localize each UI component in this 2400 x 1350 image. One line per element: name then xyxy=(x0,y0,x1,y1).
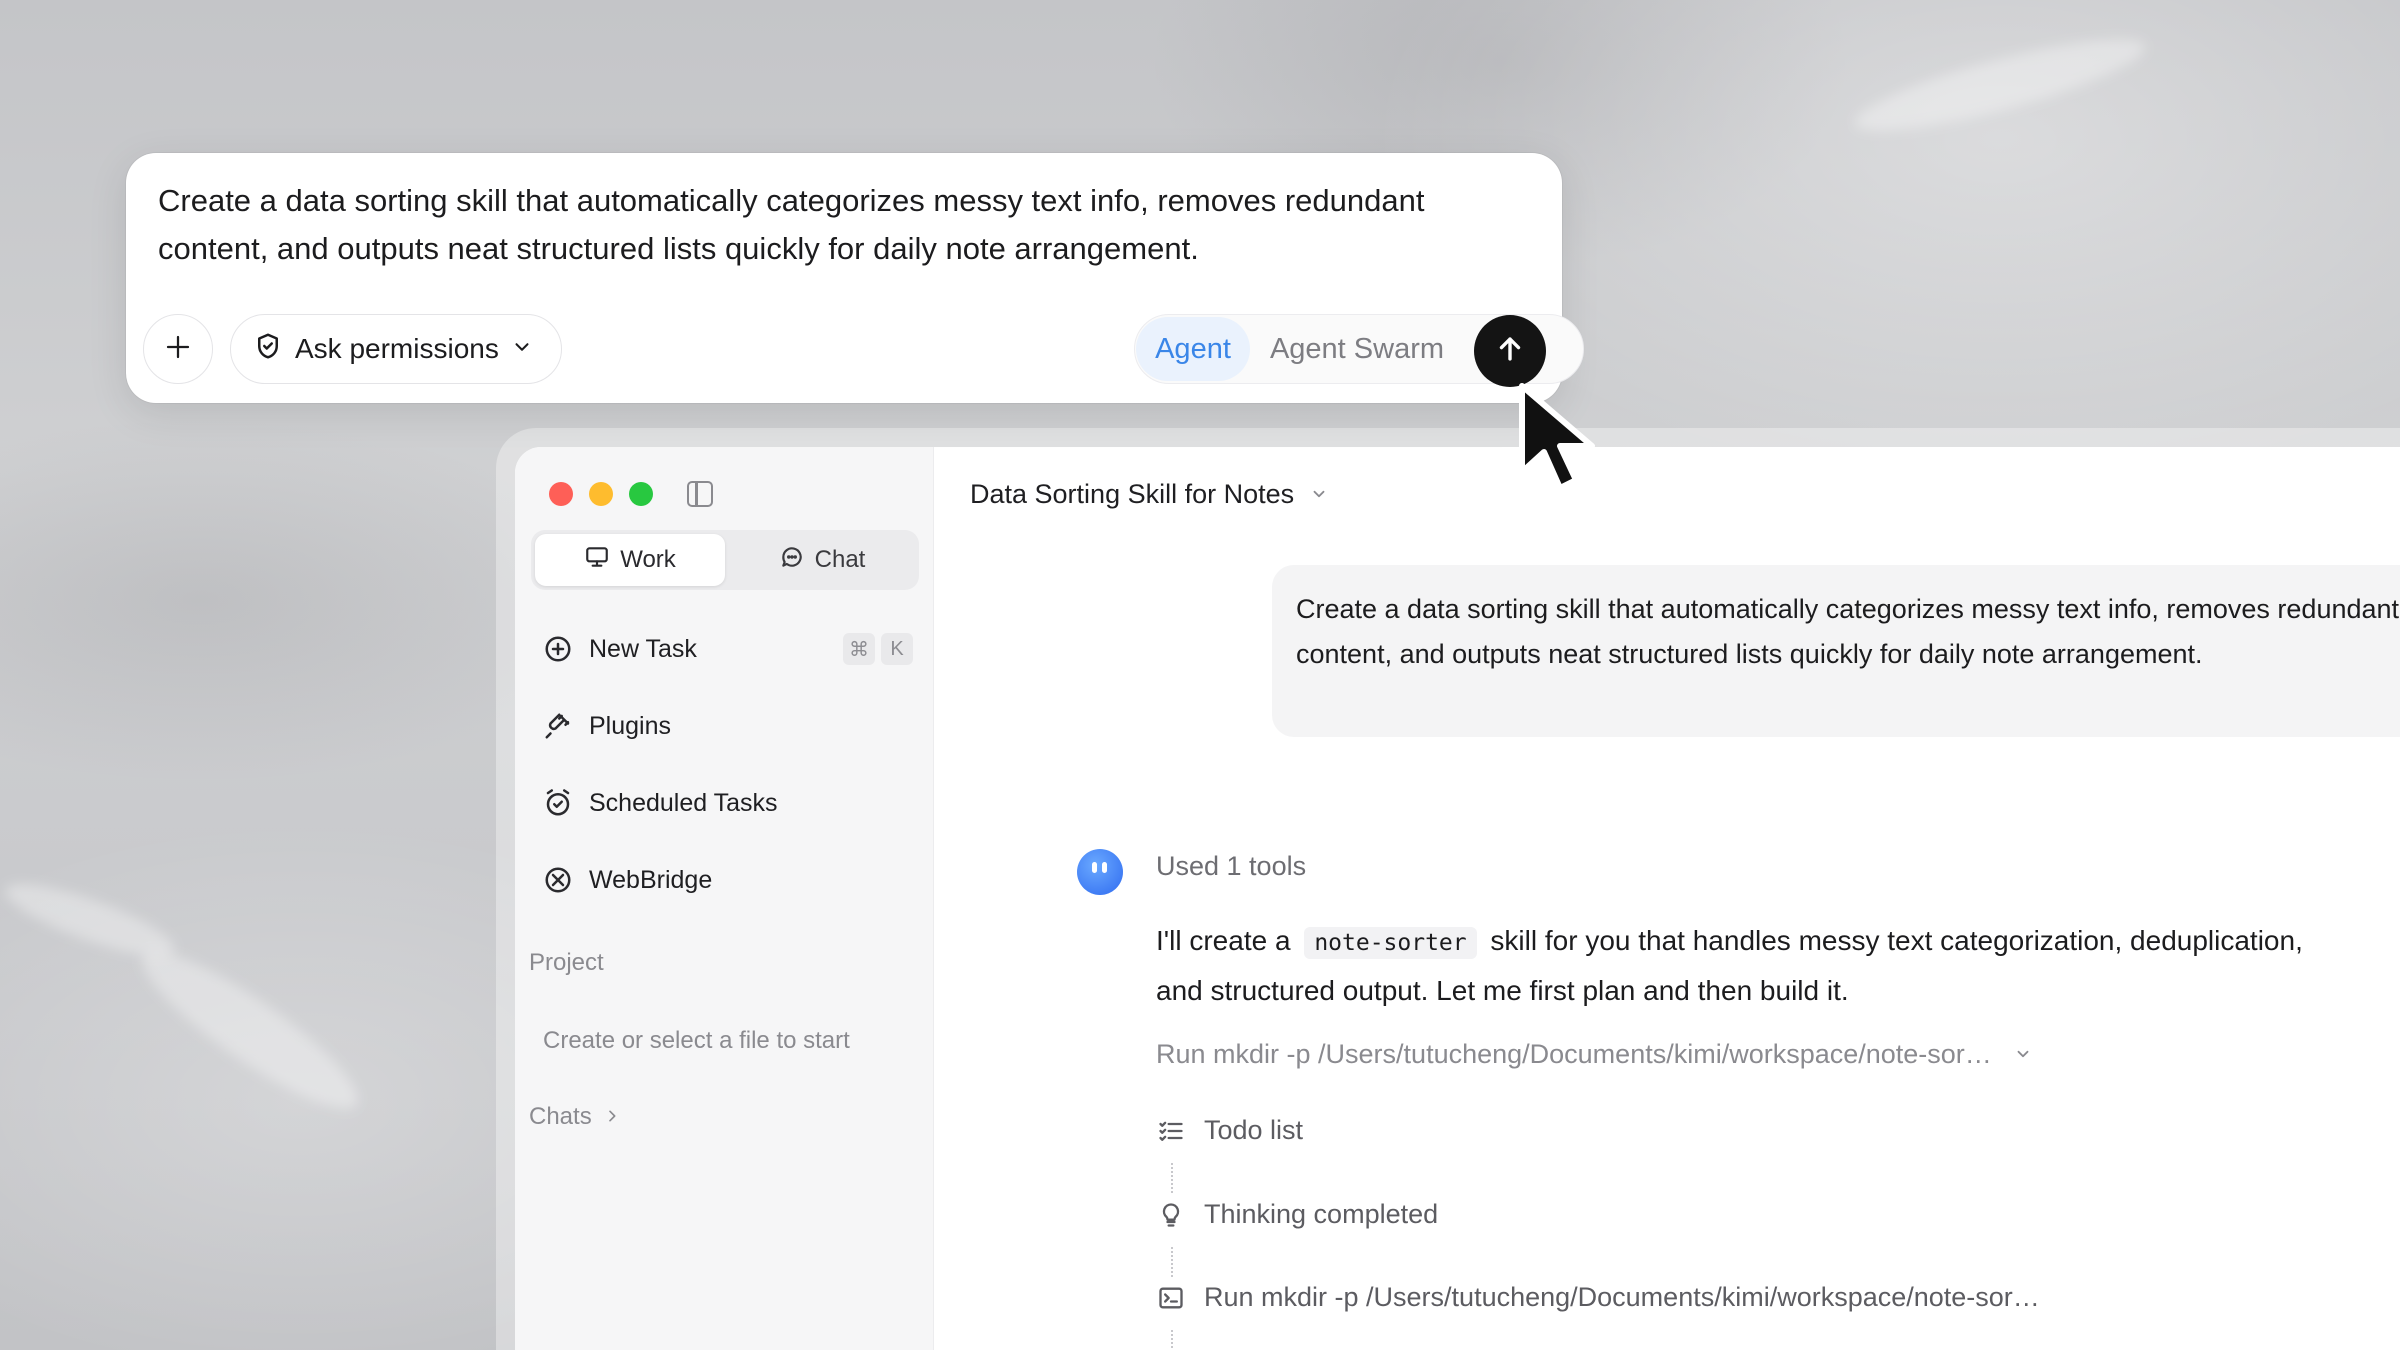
sidebar-item-new-task[interactable]: New Task ⌘ K xyxy=(543,623,913,675)
sidebar-toggle-icon[interactable] xyxy=(687,481,713,507)
webbridge-icon xyxy=(543,865,573,895)
used-tools-label[interactable]: Used 1 tools xyxy=(1156,851,1306,882)
alarm-clock-icon xyxy=(543,788,573,818)
inline-code: note-sorter xyxy=(1304,927,1477,959)
plus-circle-icon xyxy=(543,634,573,664)
command-key: ⌘ xyxy=(843,633,875,665)
step-label: Run mkdir -p /Users/tutucheng/Documents/… xyxy=(1204,1282,2040,1312)
shield-check-icon xyxy=(253,331,283,368)
run-summary-text: Run mkdir -p /Users/tutucheng/Documents/… xyxy=(1156,1039,1992,1069)
step-connector xyxy=(1171,1330,1173,1350)
tab-work[interactable]: Work xyxy=(535,534,725,586)
tab-work-label: Work xyxy=(620,546,676,573)
step-thinking[interactable]: Thinking completed xyxy=(1156,1199,1438,1230)
send-button[interactable] xyxy=(1474,315,1546,387)
step-run-command[interactable]: Run mkdir -p /Users/tutucheng/Documents/… xyxy=(1156,1282,2040,1313)
run-command-summary[interactable]: Run mkdir -p /Users/tutucheng/Documents/… xyxy=(1156,1039,2032,1070)
chevron-down-icon xyxy=(1310,479,1328,510)
sidebar-item-label: New Task xyxy=(589,634,697,663)
work-chat-toggle: Work Chat xyxy=(531,530,919,590)
mouse-pointer-icon xyxy=(1519,383,1595,491)
mode-agent-option[interactable]: Agent xyxy=(1136,317,1250,381)
step-label: Todo list xyxy=(1204,1115,1304,1145)
sidebar-item-webbridge[interactable]: WebBridge xyxy=(543,854,913,906)
chevron-down-icon xyxy=(2014,1039,2032,1070)
tab-chat[interactable]: Chat xyxy=(729,534,915,586)
conversation-panel: Data Sorting Skill for Notes Create a da… xyxy=(935,447,2400,1350)
agent-avatar xyxy=(1077,849,1123,895)
window-minimize-button[interactable] xyxy=(589,482,613,506)
prompt-composer: Create a data sorting skill that automat… xyxy=(126,153,1584,403)
k-key: K xyxy=(881,633,913,665)
sidebar: Work Chat New Task ⌘ K Plugins Scheduled… xyxy=(515,447,934,1350)
terminal-icon xyxy=(1156,1283,1186,1313)
window-maximize-button[interactable] xyxy=(629,482,653,506)
prompt-input[interactable]: Create a data sorting skill that automat… xyxy=(158,177,1538,273)
reply-prefix: I'll create a xyxy=(1156,925,1291,956)
chats-label: Chats xyxy=(529,1103,592,1130)
step-label: Thinking completed xyxy=(1204,1199,1439,1229)
checklist-icon xyxy=(1156,1116,1186,1146)
step-todo-list[interactable]: Todo list xyxy=(1156,1115,1303,1146)
chevron-down-icon xyxy=(511,333,533,365)
chevron-right-icon xyxy=(604,1103,620,1131)
agent-reply-text: I'll create a note-sorter skill for you … xyxy=(1156,917,2356,1015)
ask-permissions-dropdown[interactable]: Ask permissions xyxy=(230,314,562,384)
tab-chat-label: Chat xyxy=(814,546,866,573)
task-title: Data Sorting Skill for Notes xyxy=(970,479,1295,509)
user-message-bubble: Create a data sorting skill that automat… xyxy=(1272,565,2400,737)
plus-icon xyxy=(163,332,193,367)
sidebar-item-plugins[interactable]: Plugins xyxy=(543,700,913,752)
sidebar-item-label: Plugins xyxy=(589,711,671,740)
sidebar-item-label: WebBridge xyxy=(589,865,713,894)
sidebar-item-scheduled-tasks[interactable]: Scheduled Tasks xyxy=(543,777,913,829)
project-section-label: Project xyxy=(529,949,604,976)
arrow-up-icon xyxy=(1493,332,1527,371)
lightbulb-icon xyxy=(1156,1200,1186,1230)
window-close-button[interactable] xyxy=(549,482,573,506)
mode-agent-swarm-option[interactable]: Agent Swarm xyxy=(1262,317,1452,381)
app-window: Work Chat New Task ⌘ K Plugins Scheduled… xyxy=(515,447,2400,1350)
permissions-label: Ask permissions xyxy=(295,333,499,364)
chats-section-toggle[interactable]: Chats xyxy=(529,1103,620,1131)
chat-bubble-icon xyxy=(779,544,805,577)
add-attachment-button[interactable] xyxy=(143,314,213,384)
monitor-icon xyxy=(584,544,610,577)
step-connector xyxy=(1171,1247,1173,1277)
project-empty-hint: Create or select a file to start xyxy=(543,1027,850,1054)
step-connector xyxy=(1171,1163,1173,1193)
sidebar-item-label: Scheduled Tasks xyxy=(589,788,778,817)
plug-icon xyxy=(543,711,573,741)
keyboard-shortcut: ⌘ K xyxy=(843,633,913,665)
task-title-dropdown[interactable]: Data Sorting Skill for Notes xyxy=(970,479,1328,510)
